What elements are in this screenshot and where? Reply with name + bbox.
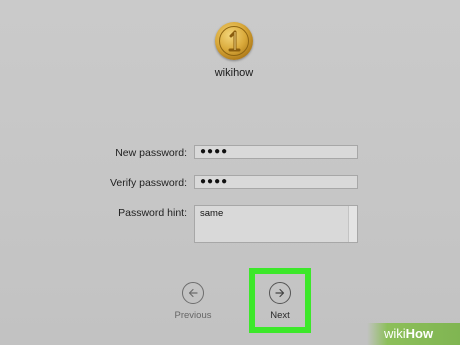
previous-label: Previous [174,310,212,321]
verify-password-label: Verify password: [109,177,187,189]
username-label: wikihow [214,67,254,79]
gold-coin-avatar-icon [228,30,241,52]
wikihow-watermark: wikiHow [367,323,460,345]
password-hint-text: same [200,208,224,219]
next-button-highlight [249,268,311,333]
new-password-label: New password: [115,147,187,159]
previous-button[interactable]: Previous [163,282,223,321]
password-hint-field[interactable]: same [194,205,358,243]
user-avatar[interactable] [215,22,253,60]
watermark-how: How [405,326,434,341]
account-setup-screen: wikihow New password: ●●●● Verify passwo… [0,0,460,345]
hint-scrollbar[interactable] [348,206,357,242]
new-password-field[interactable]: ●●●● [194,145,358,159]
arrow-left-circle-icon [182,282,204,304]
password-hint-label: Password hint: [118,207,187,219]
watermark-wiki: wiki [384,326,406,341]
verify-password-field[interactable]: ●●●● [194,175,358,189]
